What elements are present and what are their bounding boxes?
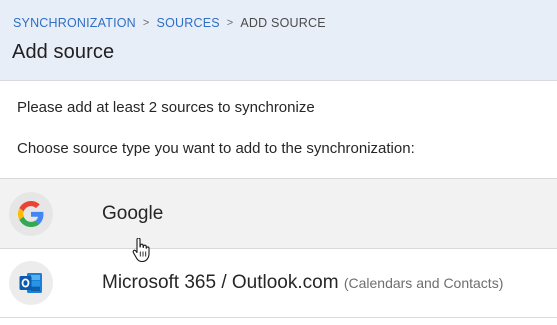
breadcrumb-synchronization[interactable]: SYNCHRONIZATION [13, 16, 136, 30]
breadcrumb-add-source: ADD SOURCE [240, 16, 326, 30]
source-list: Google Microsoft 365 / Outlook.com (Cale… [0, 178, 557, 318]
outlook-icon [9, 261, 53, 305]
breadcrumb-sources[interactable]: SOURCES [157, 16, 220, 30]
google-icon [9, 191, 53, 236]
source-name: Google [102, 202, 164, 224]
page-header: SYNCHRONIZATION > SOURCES > ADD SOURCE A… [0, 0, 557, 81]
breadcrumb: SYNCHRONIZATION > SOURCES > ADD SOURCE [13, 16, 326, 30]
intro-text: Please add at least 2 sources to synchro… [17, 99, 315, 116]
instruction-text: Choose source type you want to add to th… [17, 140, 415, 157]
source-label-microsoft-365: Microsoft 365 / Outlook.com (Calendars a… [102, 272, 503, 294]
hand-cursor-icon [132, 237, 150, 263]
page-title: Add source [12, 41, 115, 63]
source-name: Microsoft 365 / Outlook.com [102, 272, 339, 293]
breadcrumb-separator: > [226, 17, 234, 29]
source-note: (Calendars and Contacts) [343, 275, 504, 291]
source-option-google[interactable]: Google [0, 178, 557, 248]
source-option-microsoft-365[interactable]: Microsoft 365 / Outlook.com (Calendars a… [0, 248, 557, 318]
breadcrumb-separator: > [142, 17, 150, 29]
source-label-google: Google [102, 203, 163, 225]
